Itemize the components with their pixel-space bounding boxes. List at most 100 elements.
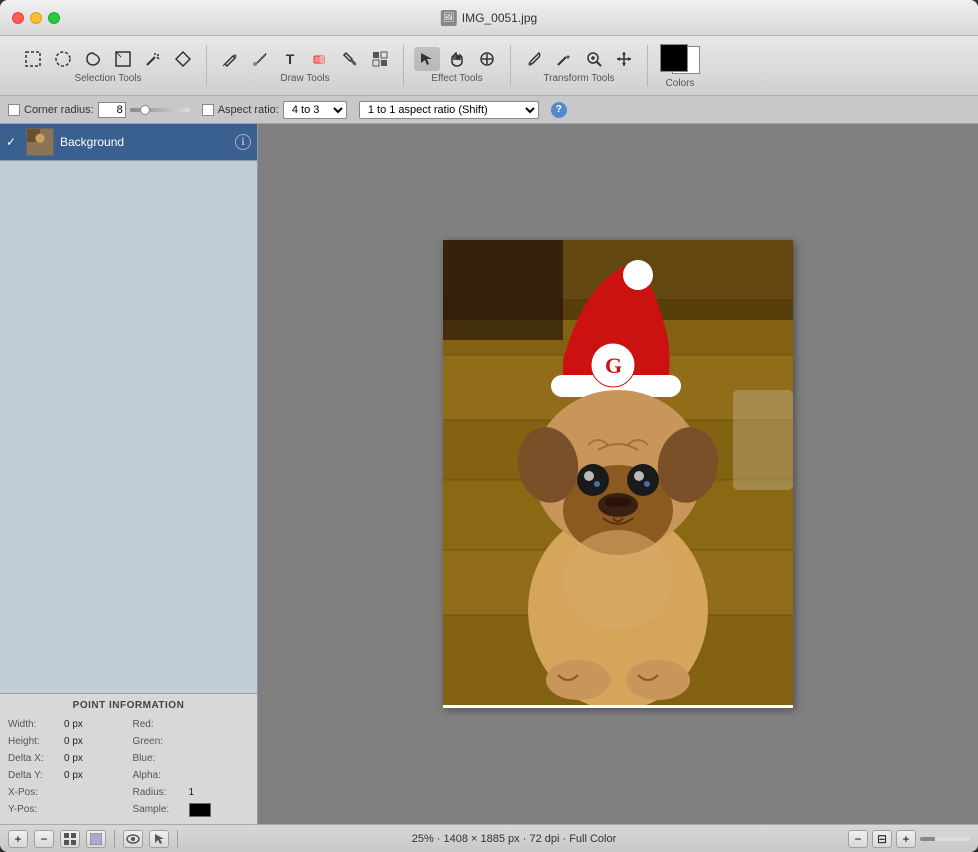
grid-button[interactable] bbox=[60, 830, 80, 848]
minimize-button[interactable] bbox=[30, 12, 42, 24]
corner-radius-slider[interactable] bbox=[130, 108, 190, 112]
close-button[interactable] bbox=[12, 12, 24, 24]
zoom-fit-button[interactable]: ⊟ bbox=[872, 830, 892, 848]
sample-label: Sample: bbox=[133, 802, 185, 818]
zoom-out-icon: − bbox=[854, 832, 861, 846]
color-picker-tool[interactable] bbox=[551, 47, 577, 71]
layer-visibility-check[interactable]: ✓ bbox=[6, 135, 20, 149]
draw-tools-group: T Draw Tools bbox=[207, 45, 404, 86]
traffic-lights bbox=[12, 12, 60, 24]
layers-content bbox=[0, 161, 257, 693]
xpos-row: X-Pos: bbox=[8, 785, 125, 801]
remove-layer-button[interactable]: − bbox=[34, 830, 54, 848]
layer-name: Background bbox=[60, 135, 229, 149]
wand-tool[interactable] bbox=[140, 47, 166, 71]
red-row: Red: bbox=[133, 717, 250, 733]
add-layer-button[interactable]: + bbox=[8, 830, 28, 848]
radius-label: Radius: bbox=[133, 785, 185, 801]
select-arrow-tool[interactable] bbox=[414, 47, 440, 71]
draw-tools-icons: T bbox=[217, 47, 393, 71]
alpha-label: Alpha: bbox=[133, 768, 185, 784]
plus-icon: + bbox=[14, 832, 21, 846]
aspect-ratio-select[interactable]: 4 to 3 1 to 1 16 to 9 bbox=[283, 101, 347, 119]
layer-item-background[interactable]: ✓ Background ℹ bbox=[0, 124, 257, 161]
eyedropper-tool[interactable] bbox=[521, 47, 547, 71]
hand-tool[interactable] bbox=[444, 47, 470, 71]
deltax-row: Delta X: 0 px bbox=[8, 751, 125, 767]
selection-tools-group: Selection Tools bbox=[10, 45, 207, 86]
layer-info-button[interactable]: ℹ bbox=[235, 134, 251, 150]
text-icon: T bbox=[286, 51, 295, 67]
corner-radius-slider-thumb bbox=[140, 105, 150, 115]
canvas-area[interactable]: G bbox=[258, 124, 978, 824]
height-value: 0 px bbox=[64, 734, 83, 750]
deltay-label: Delta Y: bbox=[8, 768, 60, 784]
radius-value: 1 bbox=[189, 785, 195, 801]
corner-radius-input[interactable] bbox=[98, 102, 126, 118]
help-button[interactable]: ? bbox=[551, 102, 567, 118]
colors-group: Colors bbox=[648, 40, 712, 91]
point-info-grid: Width: 0 px Red: Height: 0 px Green: bbox=[8, 717, 249, 818]
color-swatches[interactable] bbox=[658, 42, 702, 76]
bottom-divider-2 bbox=[177, 830, 178, 848]
alpha-row: Alpha: bbox=[133, 768, 250, 784]
image-canvas: G bbox=[443, 240, 793, 708]
maximize-button[interactable] bbox=[48, 12, 60, 24]
blue-label: Blue: bbox=[133, 751, 185, 767]
title-text: IMG_0051.jpg bbox=[462, 11, 537, 25]
pencil-tool[interactable] bbox=[217, 47, 243, 71]
effect-tools-group: Effect Tools bbox=[404, 45, 511, 86]
minus-icon: − bbox=[40, 832, 47, 846]
eye-icon bbox=[126, 833, 140, 845]
app-window: 🖼 IMG_0051.jpg bbox=[0, 0, 978, 852]
aspect-ratio-checkbox[interactable] bbox=[202, 104, 214, 116]
foreground-color-swatch[interactable] bbox=[660, 44, 688, 72]
move-tool[interactable] bbox=[611, 47, 637, 71]
image-button[interactable] bbox=[86, 830, 106, 848]
colors-label: Colors bbox=[666, 78, 695, 89]
transform-tools-group: Transform Tools bbox=[511, 45, 648, 86]
svg-text:G: G bbox=[605, 353, 622, 378]
radius-row: Radius: 1 bbox=[133, 785, 250, 801]
zoom-slider[interactable] bbox=[920, 837, 970, 841]
fuzzy-select-tool[interactable] bbox=[110, 47, 136, 71]
constraint-option: 1 to 1 aspect ratio (Shift) Free aspect … bbox=[359, 101, 539, 119]
layers-panel: ✓ Background ℹ POINT INFORMATION Wi bbox=[0, 124, 258, 824]
titlebar: 🖼 IMG_0051.jpg bbox=[0, 0, 978, 36]
deltax-label: Delta X: bbox=[8, 751, 60, 767]
corner-radius-checkbox[interactable] bbox=[8, 104, 20, 116]
status-text: 25% · 1408 × 1885 px · 72 dpi · Full Col… bbox=[412, 833, 617, 845]
point-info-title: POINT INFORMATION bbox=[8, 700, 249, 711]
marquee-tool[interactable] bbox=[20, 47, 46, 71]
bottom-divider-1 bbox=[114, 830, 115, 848]
lasso-tool[interactable] bbox=[80, 47, 106, 71]
layer-thumbnail bbox=[26, 128, 54, 156]
zoom-out-button[interactable]: − bbox=[848, 830, 868, 848]
aspect-ratio-option: Aspect ratio: 4 to 3 1 to 1 16 to 9 bbox=[202, 101, 347, 119]
fill-tool[interactable] bbox=[337, 47, 363, 71]
eraser-tool[interactable] bbox=[307, 47, 333, 71]
color-select-tool[interactable] bbox=[170, 47, 196, 71]
grid-icon bbox=[64, 833, 76, 845]
effect-tools-icons bbox=[414, 47, 500, 71]
window-title: 🖼 IMG_0051.jpg bbox=[441, 10, 537, 26]
view-button[interactable] bbox=[123, 830, 143, 848]
text-tool[interactable]: T bbox=[277, 47, 303, 71]
ellipse-select-tool[interactable] bbox=[50, 47, 76, 71]
zoom-in-button[interactable]: + bbox=[896, 830, 916, 848]
pointer-icon bbox=[153, 833, 165, 845]
width-row: Width: 0 px bbox=[8, 717, 125, 733]
green-label: Green: bbox=[133, 734, 185, 750]
zoom-tool[interactable] bbox=[581, 47, 607, 71]
point-info-panel: POINT INFORMATION Width: 0 px Red: Heigh… bbox=[0, 693, 257, 824]
constraint-select[interactable]: 1 to 1 aspect ratio (Shift) Free aspect … bbox=[359, 101, 539, 119]
zoom-controls: − ⊟ + bbox=[848, 830, 970, 848]
height-row: Height: 0 px bbox=[8, 734, 125, 750]
green-row: Green: bbox=[133, 734, 250, 750]
pointer-button[interactable] bbox=[149, 830, 169, 848]
clone-tool[interactable] bbox=[474, 47, 500, 71]
deltay-value: 0 px bbox=[64, 768, 83, 784]
brush-tool[interactable] bbox=[247, 47, 273, 71]
draw-tools-label: Draw Tools bbox=[280, 73, 329, 84]
pattern-tool[interactable] bbox=[367, 47, 393, 71]
